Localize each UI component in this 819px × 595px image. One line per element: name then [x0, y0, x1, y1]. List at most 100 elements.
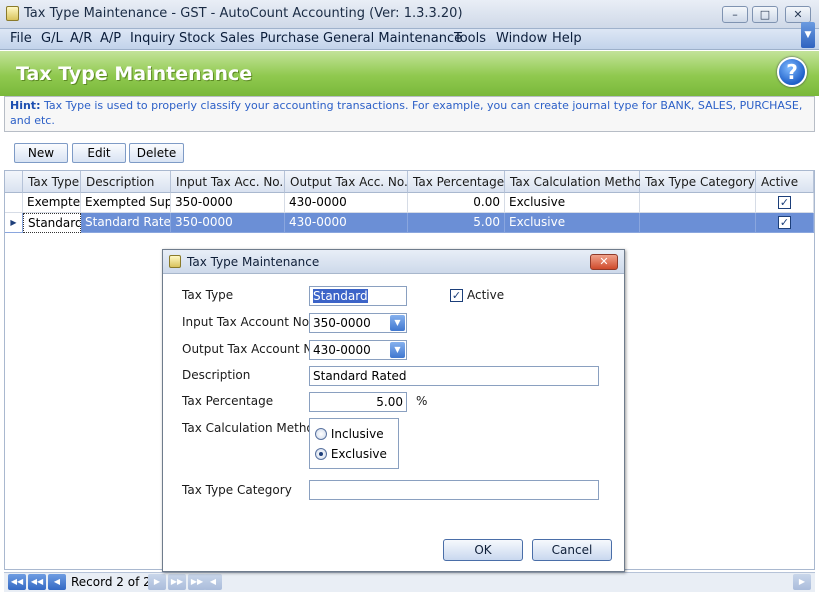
output-tax-account-value: 430-0000 [313, 343, 371, 357]
percent-sign: % [416, 394, 428, 408]
table-row-selected[interactable]: ▶ Standard Standard Rated 350-0000 430-0… [5, 213, 814, 233]
tax-type-input[interactable]: Standard [309, 286, 407, 306]
edit-button[interactable]: Edit [72, 143, 126, 163]
description-input[interactable]: Standard Rated [309, 366, 599, 386]
cell-tax-type-category[interactable] [640, 213, 756, 233]
table-row[interactable]: Exempted Exempted Sup… 350-0000 430-0000… [5, 193, 814, 213]
cell-tax-calculation-method[interactable]: Exclusive [505, 193, 640, 213]
radio-inclusive-label: Inclusive [330, 427, 384, 441]
scroll-left-icon[interactable]: ◀ [204, 574, 222, 590]
menu-stock[interactable]: Stock [179, 31, 215, 46]
hint-text: Tax Type is used to properly classify yo… [10, 99, 803, 127]
cell-tax-percentage[interactable]: 0.00 [408, 193, 505, 213]
dialog-title: Tax Type Maintenance [187, 255, 320, 269]
active-label: Active [467, 288, 505, 302]
output-tax-account-dropdown[interactable]: 430-0000 ▼ [309, 340, 407, 360]
column-header-output-tax-acc[interactable]: Output Tax Acc. No. [285, 171, 408, 193]
title-bar: Tax Type Maintenance - GST - AutoCount A… [0, 0, 819, 29]
cell-input-tax-acc[interactable]: 350-0000 [171, 213, 285, 233]
help-icon[interactable]: ? [777, 57, 807, 87]
dialog-title-bar: Tax Type Maintenance ✕ [163, 250, 624, 274]
menu-inquiry[interactable]: Inquiry [130, 31, 175, 46]
scroll-right-icon[interactable]: ▶ [793, 574, 811, 590]
previous-record-icon[interactable]: ◀ [48, 574, 66, 590]
row-indicator [5, 193, 23, 213]
column-header-tax-type[interactable]: Tax Type [23, 171, 81, 193]
cancel-button[interactable]: Cancel [532, 539, 612, 561]
menu-ar[interactable]: A/R [70, 31, 92, 46]
cell-tax-type[interactable]: Standard [23, 213, 81, 233]
cell-tax-percentage[interactable]: 5.00 [408, 213, 505, 233]
active-checkbox-dialog[interactable]: ✓ [450, 289, 463, 302]
menu-help[interactable]: Help [552, 31, 582, 46]
tax-calculation-method-group: Inclusive Exclusive [309, 418, 399, 469]
menu-tools[interactable]: Tools [454, 31, 486, 46]
active-checkbox[interactable]: ✓ [778, 216, 791, 229]
tax-type-value: Standard [313, 289, 368, 303]
radio-exclusive[interactable]: Exclusive [315, 447, 387, 461]
tax-type-label: Tax Type [182, 288, 234, 302]
cell-description[interactable]: Standard Rated [81, 213, 171, 233]
first-record-icon[interactable]: ◀◀ [8, 574, 26, 590]
active-checkbox[interactable]: ✓ [778, 196, 791, 209]
menu-ap[interactable]: A/P [100, 31, 121, 46]
menu-file[interactable]: File [10, 31, 32, 46]
close-window-button[interactable]: ✕ [785, 6, 811, 23]
minimize-button[interactable]: – [722, 6, 748, 23]
next-record-icon[interactable]: ▶ [148, 574, 166, 590]
input-tax-account-label: Input Tax Account No [182, 315, 310, 329]
ok-button[interactable]: OK [443, 539, 523, 561]
previous-page-icon[interactable]: ◀◀ [28, 574, 46, 590]
dialog-app-icon [169, 255, 181, 268]
cell-input-tax-acc[interactable]: 350-0000 [171, 193, 285, 213]
new-button[interactable]: New [14, 143, 68, 163]
cell-active[interactable]: ✓ [756, 193, 814, 213]
cell-active[interactable]: ✓ [756, 213, 814, 233]
cell-output-tax-acc[interactable]: 430-0000 [285, 193, 408, 213]
cell-tax-type-category[interactable] [640, 193, 756, 213]
tax-type-dialog: Tax Type Maintenance ✕ Tax Type Standard… [162, 249, 625, 572]
delete-button[interactable]: Delete [129, 143, 184, 163]
record-navigator: ◀◀ ◀◀ ◀ Record 2 of 2 ▶ ▶▶ ▶▶ ◀ ▶ [4, 572, 815, 592]
dialog-close-icon[interactable]: ✕ [590, 254, 618, 270]
app-icon [6, 6, 19, 21]
record-position: Record 2 of 2 [71, 575, 151, 589]
menu-window[interactable]: Window [496, 31, 547, 46]
hint-box: Hint: Tax Type is used to properly class… [4, 96, 815, 132]
radio-inclusive[interactable]: Inclusive [315, 427, 384, 441]
input-tax-account-dropdown[interactable]: 350-0000 ▼ [309, 313, 407, 333]
chevron-down-icon[interactable]: ▼ [390, 342, 405, 358]
restore-button[interactable]: □ [752, 6, 778, 23]
hint-label: Hint: [10, 99, 41, 112]
menu-gl[interactable]: G/L [41, 31, 63, 46]
row-indicator-header [5, 171, 23, 193]
tax-percentage-input[interactable]: 5.00 [309, 392, 407, 412]
next-page-icon[interactable]: ▶▶ [168, 574, 186, 590]
column-header-active[interactable]: Active [756, 171, 814, 193]
menu-general-maintenance[interactable]: General Maintenance [323, 31, 462, 46]
cell-tax-type[interactable]: Exempted [23, 193, 81, 213]
page-header: Tax Type Maintenance [0, 51, 819, 96]
column-header-tax-type-category[interactable]: Tax Type Category [640, 171, 756, 193]
cell-description[interactable]: Exempted Sup… [81, 193, 171, 213]
row-indicator: ▶ [5, 213, 23, 233]
menu-purchase[interactable]: Purchase [260, 31, 319, 46]
column-header-tax-percentage[interactable]: Tax Percentage [408, 171, 505, 193]
tax-type-category-input[interactable] [309, 480, 599, 500]
column-header-tax-calculation-method[interactable]: Tax Calculation Method [505, 171, 649, 193]
menu-chevron-down-icon[interactable]: ▼ [801, 22, 815, 48]
radio-exclusive-label: Exclusive [330, 447, 387, 461]
cell-tax-calculation-method[interactable]: Exclusive [505, 213, 640, 233]
input-tax-account-value: 350-0000 [313, 316, 371, 330]
radio-exclusive-icon[interactable] [315, 448, 327, 460]
menu-bar: File G/L A/R A/P Inquiry Stock Sales Pur… [0, 29, 819, 50]
radio-inclusive-icon[interactable] [315, 428, 327, 440]
window-title: Tax Type Maintenance - GST - AutoCount A… [24, 6, 463, 21]
chevron-down-icon[interactable]: ▼ [390, 315, 405, 331]
column-header-description[interactable]: Description [81, 171, 171, 193]
cell-output-tax-acc[interactable]: 430-0000 [285, 213, 408, 233]
tax-percentage-label: Tax Percentage [182, 394, 274, 408]
tax-type-category-label: Tax Type Category [182, 483, 292, 497]
column-header-input-tax-acc[interactable]: Input Tax Acc. No. [171, 171, 285, 193]
menu-sales[interactable]: Sales [220, 31, 255, 46]
